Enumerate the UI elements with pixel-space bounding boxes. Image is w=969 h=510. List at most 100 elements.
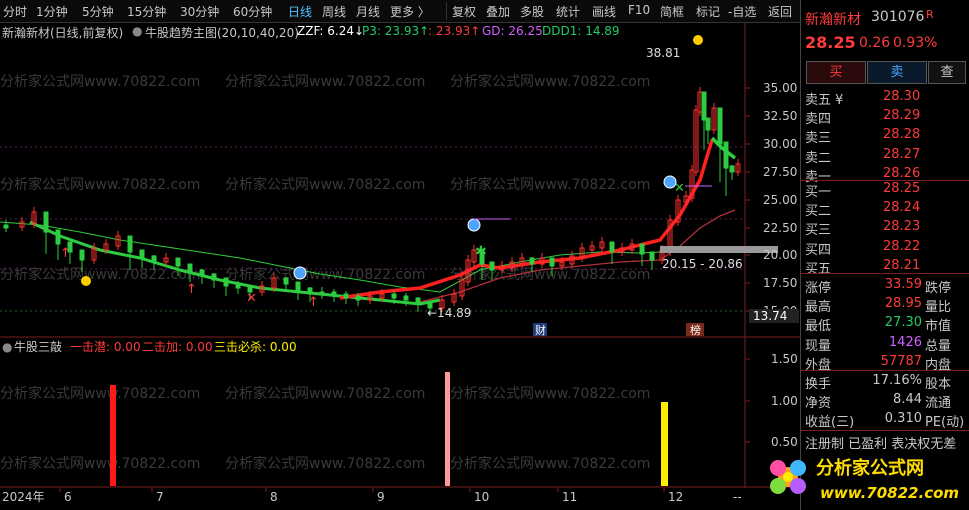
watermark-text: 分析家公式网www.70822.com	[0, 73, 200, 90]
stat-label-right: 总量	[925, 338, 952, 354]
price-change: 0.26	[859, 35, 891, 51]
low-price-label: ←14.89	[427, 306, 471, 320]
ask-level: 卖四 28.29	[801, 107, 969, 128]
sub-line3-value: 三击必杀: 0.00	[214, 339, 297, 354]
stat-label-right: 市值	[925, 319, 952, 335]
candle-body	[43, 211, 49, 233]
financial-tag-text: 财	[535, 323, 546, 337]
order-book-label: 卖三	[805, 131, 832, 147]
range-label: 20.15 - 20.86	[662, 257, 743, 271]
order-book-label: 卖二	[805, 150, 832, 166]
bid-level: 买三 28.23	[801, 218, 969, 238]
order-book-price: 28.27	[883, 146, 921, 162]
query-button[interactable]: 查	[928, 61, 966, 84]
chart-canvas[interactable]: 分析家公式网www.70822.com 分析家公式网www.70822.com 分析…	[0, 0, 800, 510]
current-price-label: 13.74	[753, 309, 787, 323]
stock-name: 新瀚新材	[805, 12, 861, 28]
candle-body	[701, 91, 707, 121]
gold-signal-icon	[693, 35, 703, 45]
candle-body	[609, 241, 615, 253]
stat-row: 换手 17.16% 股本	[801, 372, 969, 392]
candle-body	[717, 107, 723, 145]
order-book-price: 28.21	[883, 257, 921, 273]
stat-label-right: 跌停	[925, 281, 952, 296]
candle-body	[223, 277, 229, 287]
candle-body	[355, 295, 361, 301]
watermark-text: 分析家公式网www.70822.com	[225, 176, 425, 193]
order-book-price: 28.22	[883, 238, 921, 254]
stat-row: 现量 1426 总量	[801, 334, 969, 354]
order-book-price: 28.26	[883, 165, 921, 181]
sub-line1-value: 一击潜: 0.00	[70, 340, 141, 354]
stat-label-right: 股本	[925, 377, 952, 392]
flower-logo-icon: 分析家公式网 www.70822.com	[770, 457, 959, 502]
logo-title: 分析家公式网	[816, 457, 924, 479]
price-tick-label: 25.00	[763, 193, 797, 207]
candle-body	[529, 257, 535, 265]
order-book-label: 买一	[805, 185, 832, 200]
signal-bar	[445, 372, 450, 486]
stat-row: 最低 27.30 市值	[801, 314, 969, 335]
x-tick-label: --	[733, 490, 742, 504]
sub-tick-label: 0.50	[771, 435, 798, 449]
sub-tick-label: 1.00	[771, 394, 798, 408]
watermark-text: 分析家公式网www.70822.com	[0, 385, 200, 402]
range-band	[660, 246, 778, 253]
candle-body	[415, 297, 421, 305]
sub-dropdown-icon: ●	[2, 340, 12, 354]
watermark-text: 分析家公式网www.70822.com	[450, 73, 650, 90]
watermark-text: 分析家公式网www.70822.com	[225, 385, 425, 402]
x-axis: 2024年 6 7 8 9 10 11 12 --	[2, 488, 742, 504]
sub-axis: 1.50 1.00 0.50	[745, 352, 798, 449]
order-book-label: 买二	[805, 204, 832, 220]
x-tick-label: 9	[377, 490, 385, 504]
x-tick-label: 2024年	[2, 490, 45, 504]
price-tick-label: 22.50	[763, 221, 797, 235]
candle-body	[235, 283, 241, 289]
candle-body	[283, 277, 289, 285]
stat-label-right: 流通	[925, 396, 952, 412]
price-tick-label: 30.00	[763, 137, 797, 151]
bid-level: 买二 28.24	[801, 199, 969, 220]
order-book-price: 28.29	[883, 108, 921, 124]
stats-divider	[801, 273, 969, 274]
candle-body	[295, 281, 301, 291]
rank-tag-text: 榜	[690, 323, 701, 337]
x-tick-label: 8	[270, 490, 278, 504]
candle-body	[331, 291, 337, 297]
candle-body	[199, 269, 205, 277]
up-arrow-icon: ↑	[186, 282, 197, 297]
stat-row: 外盘 57787 内盘	[801, 353, 969, 373]
quote-panel: 新瀚新材 301076 R 28.25 0.26 0.93% 买 卖 查 卖五 …	[800, 0, 969, 510]
stat-label: 收益(三)	[805, 415, 855, 431]
stat-row: 涨停 33.59 跌停	[801, 276, 969, 296]
order-book-price: 28.23	[883, 219, 921, 235]
candle-body	[403, 295, 409, 301]
stat-value: 0.310	[884, 411, 922, 427]
stat-value: 8.44	[893, 392, 922, 408]
candle-body	[127, 235, 133, 253]
order-book-label: 买四	[805, 242, 832, 258]
butterfly-icon: ✕	[246, 291, 257, 306]
stat-label: 净资	[805, 396, 832, 412]
sell-button[interactable]: 卖	[867, 61, 927, 84]
star-signal-icon: ✱	[475, 244, 487, 260]
stats-divider	[801, 430, 969, 431]
order-book-label: 卖四	[805, 112, 832, 128]
candle-body	[705, 117, 711, 131]
candle-body	[343, 293, 349, 299]
ask-level: 卖五 ¥ 28.30	[801, 88, 969, 108]
stat-value: 1426	[888, 334, 922, 350]
site-logo: 分析家公式网 www.70822.com	[760, 448, 966, 506]
stat-label: 最低	[805, 319, 832, 335]
stat-label: 涨停	[805, 281, 832, 296]
candle-body	[489, 261, 495, 271]
stock-code: 301076	[871, 9, 925, 25]
registration-badge: R	[926, 8, 934, 21]
candle-body	[319, 291, 325, 296]
price-tick-label: 35.00	[763, 81, 797, 95]
signal-bar	[661, 402, 668, 486]
stat-value: 57787	[880, 353, 922, 369]
price-tick-label: 32.50	[763, 109, 797, 123]
buy-button[interactable]: 买	[806, 61, 866, 84]
